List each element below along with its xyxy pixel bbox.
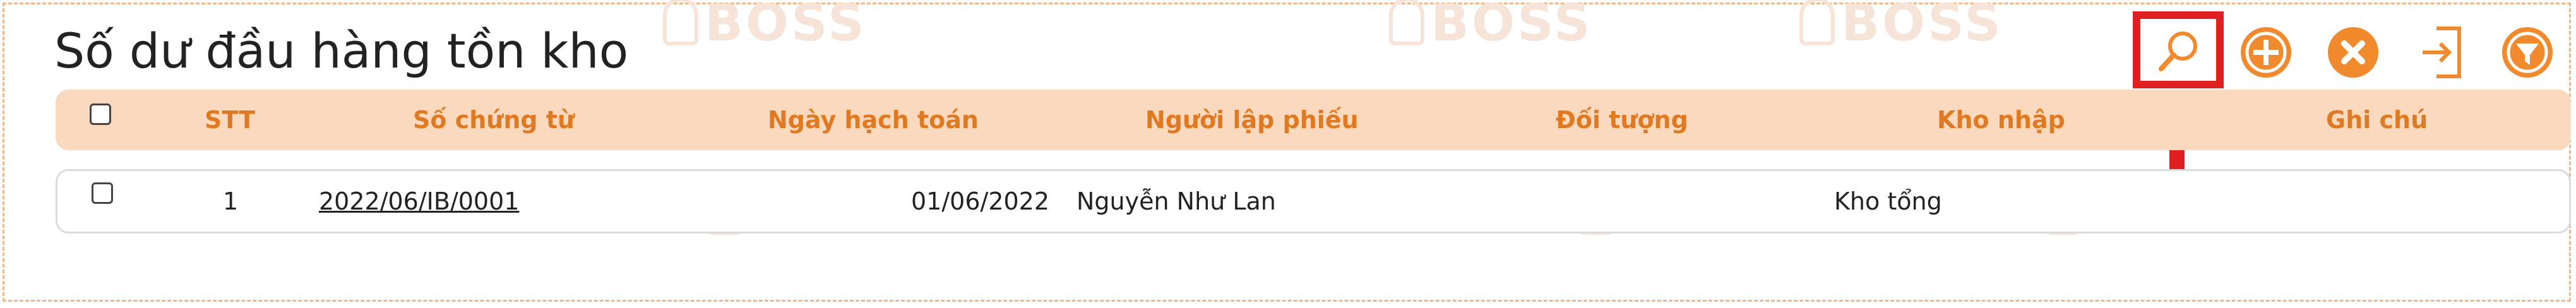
column-header-kho-nhap[interactable]: Kho nhập <box>1937 90 2065 150</box>
column-header-ngay-hach-toan[interactable]: Ngày hạch toán <box>768 90 979 150</box>
column-header-nguoi-lap-phieu[interactable]: Người lập phiếu <box>1145 90 1359 150</box>
column-header-stt[interactable]: STT <box>205 90 255 150</box>
row-checkbox[interactable] <box>92 182 113 204</box>
cell-stt: 1 <box>223 187 239 215</box>
cell-so-chung-tu-link[interactable]: 2022/06/IB/0001 <box>319 171 519 232</box>
cell-nguoi-lap-phieu: Nguyễn Như Lan <box>1076 187 1276 215</box>
cell-kho-nhap: Kho tổng <box>1834 187 1942 215</box>
export-button[interactable] <box>2406 15 2480 90</box>
select-all-checkbox[interactable] <box>90 104 111 125</box>
table-row[interactable]: 1 2022/06/IB/0001 01/06/2022 Nguyễn Như … <box>56 169 2571 234</box>
column-header-so-chung-tu[interactable]: Số chứng từ <box>413 90 575 150</box>
delete-button[interactable] <box>2316 15 2390 90</box>
column-header-ghi-chu[interactable]: Ghi chú <box>2326 90 2428 150</box>
column-header-doi-tuong[interactable]: Đối tượng <box>1556 90 1688 150</box>
cell-ngay-hach-toan: 01/06/2022 <box>911 187 1050 215</box>
add-button[interactable] <box>2229 15 2303 90</box>
search-button-highlight <box>2133 11 2224 88</box>
x-circle-icon <box>2328 27 2378 78</box>
filter-button[interactable] <box>2490 15 2565 90</box>
filter-icon <box>2502 27 2553 78</box>
export-icon <box>2423 27 2461 78</box>
plus-circle-icon <box>2241 27 2291 78</box>
table-header: STT Số chứng từ Ngày hạch toán Người lập… <box>56 90 2571 150</box>
